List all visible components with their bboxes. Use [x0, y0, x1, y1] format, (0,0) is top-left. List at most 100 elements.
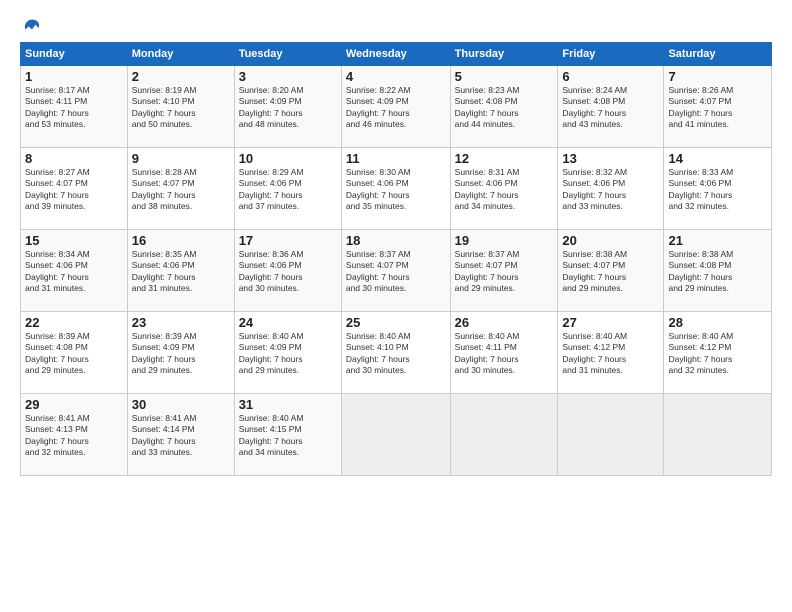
day-number: 10 — [239, 151, 337, 166]
calendar-cell — [450, 394, 558, 476]
logo-text — [20, 18, 42, 38]
calendar-cell: 24Sunrise: 8:40 AM Sunset: 4:09 PM Dayli… — [234, 312, 341, 394]
day-number: 11 — [346, 151, 446, 166]
calendar-cell: 18Sunrise: 8:37 AM Sunset: 4:07 PM Dayli… — [341, 230, 450, 312]
week-row-1: 1Sunrise: 8:17 AM Sunset: 4:11 PM Daylig… — [21, 66, 772, 148]
day-info: Sunrise: 8:22 AM Sunset: 4:09 PM Dayligh… — [346, 85, 446, 131]
week-row-4: 22Sunrise: 8:39 AM Sunset: 4:08 PM Dayli… — [21, 312, 772, 394]
day-info: Sunrise: 8:41 AM Sunset: 4:14 PM Dayligh… — [132, 413, 230, 459]
day-number: 27 — [562, 315, 659, 330]
day-info: Sunrise: 8:37 AM Sunset: 4:07 PM Dayligh… — [455, 249, 554, 295]
day-info: Sunrise: 8:40 AM Sunset: 4:09 PM Dayligh… — [239, 331, 337, 377]
day-number: 2 — [132, 69, 230, 84]
day-number: 25 — [346, 315, 446, 330]
day-number: 15 — [25, 233, 123, 248]
header-saturday: Saturday — [664, 43, 772, 66]
day-number: 8 — [25, 151, 123, 166]
calendar-cell: 11Sunrise: 8:30 AM Sunset: 4:06 PM Dayli… — [341, 148, 450, 230]
logo — [20, 18, 42, 34]
day-info: Sunrise: 8:29 AM Sunset: 4:06 PM Dayligh… — [239, 167, 337, 213]
calendar-cell: 17Sunrise: 8:36 AM Sunset: 4:06 PM Dayli… — [234, 230, 341, 312]
header-sunday: Sunday — [21, 43, 128, 66]
calendar-cell: 10Sunrise: 8:29 AM Sunset: 4:06 PM Dayli… — [234, 148, 341, 230]
page: SundayMondayTuesdayWednesdayThursdayFrid… — [0, 0, 792, 612]
day-info: Sunrise: 8:24 AM Sunset: 4:08 PM Dayligh… — [562, 85, 659, 131]
day-number: 31 — [239, 397, 337, 412]
calendar-cell: 29Sunrise: 8:41 AM Sunset: 4:13 PM Dayli… — [21, 394, 128, 476]
day-info: Sunrise: 8:19 AM Sunset: 4:10 PM Dayligh… — [132, 85, 230, 131]
day-info: Sunrise: 8:38 AM Sunset: 4:08 PM Dayligh… — [668, 249, 767, 295]
day-info: Sunrise: 8:40 AM Sunset: 4:12 PM Dayligh… — [562, 331, 659, 377]
day-number: 21 — [668, 233, 767, 248]
calendar-header-row: SundayMondayTuesdayWednesdayThursdayFrid… — [21, 43, 772, 66]
calendar-cell: 3Sunrise: 8:20 AM Sunset: 4:09 PM Daylig… — [234, 66, 341, 148]
day-number: 22 — [25, 315, 123, 330]
day-number: 24 — [239, 315, 337, 330]
day-info: Sunrise: 8:32 AM Sunset: 4:06 PM Dayligh… — [562, 167, 659, 213]
day-number: 13 — [562, 151, 659, 166]
calendar-cell: 6Sunrise: 8:24 AM Sunset: 4:08 PM Daylig… — [558, 66, 664, 148]
calendar-cell: 15Sunrise: 8:34 AM Sunset: 4:06 PM Dayli… — [21, 230, 128, 312]
header-tuesday: Tuesday — [234, 43, 341, 66]
day-number: 9 — [132, 151, 230, 166]
day-info: Sunrise: 8:23 AM Sunset: 4:08 PM Dayligh… — [455, 85, 554, 131]
calendar-cell: 7Sunrise: 8:26 AM Sunset: 4:07 PM Daylig… — [664, 66, 772, 148]
day-info: Sunrise: 8:28 AM Sunset: 4:07 PM Dayligh… — [132, 167, 230, 213]
header — [20, 18, 772, 34]
day-info: Sunrise: 8:27 AM Sunset: 4:07 PM Dayligh… — [25, 167, 123, 213]
calendar-cell: 25Sunrise: 8:40 AM Sunset: 4:10 PM Dayli… — [341, 312, 450, 394]
header-friday: Friday — [558, 43, 664, 66]
header-thursday: Thursday — [450, 43, 558, 66]
calendar-cell — [341, 394, 450, 476]
day-number: 28 — [668, 315, 767, 330]
day-number: 30 — [132, 397, 230, 412]
day-number: 14 — [668, 151, 767, 166]
day-info: Sunrise: 8:20 AM Sunset: 4:09 PM Dayligh… — [239, 85, 337, 131]
day-info: Sunrise: 8:41 AM Sunset: 4:13 PM Dayligh… — [25, 413, 123, 459]
day-info: Sunrise: 8:40 AM Sunset: 4:10 PM Dayligh… — [346, 331, 446, 377]
day-info: Sunrise: 8:33 AM Sunset: 4:06 PM Dayligh… — [668, 167, 767, 213]
day-number: 6 — [562, 69, 659, 84]
day-info: Sunrise: 8:39 AM Sunset: 4:09 PM Dayligh… — [132, 331, 230, 377]
day-number: 17 — [239, 233, 337, 248]
day-number: 29 — [25, 397, 123, 412]
day-number: 16 — [132, 233, 230, 248]
calendar-cell: 26Sunrise: 8:40 AM Sunset: 4:11 PM Dayli… — [450, 312, 558, 394]
day-number: 23 — [132, 315, 230, 330]
calendar-cell: 8Sunrise: 8:27 AM Sunset: 4:07 PM Daylig… — [21, 148, 128, 230]
day-number: 18 — [346, 233, 446, 248]
day-info: Sunrise: 8:39 AM Sunset: 4:08 PM Dayligh… — [25, 331, 123, 377]
header-wednesday: Wednesday — [341, 43, 450, 66]
header-monday: Monday — [127, 43, 234, 66]
day-number: 5 — [455, 69, 554, 84]
day-info: Sunrise: 8:30 AM Sunset: 4:06 PM Dayligh… — [346, 167, 446, 213]
calendar-cell: 1Sunrise: 8:17 AM Sunset: 4:11 PM Daylig… — [21, 66, 128, 148]
day-number: 19 — [455, 233, 554, 248]
calendar-cell: 14Sunrise: 8:33 AM Sunset: 4:06 PM Dayli… — [664, 148, 772, 230]
day-info: Sunrise: 8:40 AM Sunset: 4:15 PM Dayligh… — [239, 413, 337, 459]
day-number: 12 — [455, 151, 554, 166]
week-row-5: 29Sunrise: 8:41 AM Sunset: 4:13 PM Dayli… — [21, 394, 772, 476]
calendar-cell: 22Sunrise: 8:39 AM Sunset: 4:08 PM Dayli… — [21, 312, 128, 394]
calendar-cell — [558, 394, 664, 476]
calendar-table: SundayMondayTuesdayWednesdayThursdayFrid… — [20, 42, 772, 476]
calendar-cell: 12Sunrise: 8:31 AM Sunset: 4:06 PM Dayli… — [450, 148, 558, 230]
day-number: 4 — [346, 69, 446, 84]
calendar-cell: 20Sunrise: 8:38 AM Sunset: 4:07 PM Dayli… — [558, 230, 664, 312]
calendar-cell: 13Sunrise: 8:32 AM Sunset: 4:06 PM Dayli… — [558, 148, 664, 230]
week-row-3: 15Sunrise: 8:34 AM Sunset: 4:06 PM Dayli… — [21, 230, 772, 312]
calendar-cell: 28Sunrise: 8:40 AM Sunset: 4:12 PM Dayli… — [664, 312, 772, 394]
calendar-cell: 21Sunrise: 8:38 AM Sunset: 4:08 PM Dayli… — [664, 230, 772, 312]
calendar-cell: 23Sunrise: 8:39 AM Sunset: 4:09 PM Dayli… — [127, 312, 234, 394]
calendar-cell: 27Sunrise: 8:40 AM Sunset: 4:12 PM Dayli… — [558, 312, 664, 394]
calendar-cell: 9Sunrise: 8:28 AM Sunset: 4:07 PM Daylig… — [127, 148, 234, 230]
day-number: 20 — [562, 233, 659, 248]
day-info: Sunrise: 8:26 AM Sunset: 4:07 PM Dayligh… — [668, 85, 767, 131]
calendar-cell: 16Sunrise: 8:35 AM Sunset: 4:06 PM Dayli… — [127, 230, 234, 312]
calendar-cell: 5Sunrise: 8:23 AM Sunset: 4:08 PM Daylig… — [450, 66, 558, 148]
day-info: Sunrise: 8:17 AM Sunset: 4:11 PM Dayligh… — [25, 85, 123, 131]
day-info: Sunrise: 8:38 AM Sunset: 4:07 PM Dayligh… — [562, 249, 659, 295]
day-info: Sunrise: 8:40 AM Sunset: 4:11 PM Dayligh… — [455, 331, 554, 377]
logo-icon — [22, 18, 42, 38]
week-row-2: 8Sunrise: 8:27 AM Sunset: 4:07 PM Daylig… — [21, 148, 772, 230]
